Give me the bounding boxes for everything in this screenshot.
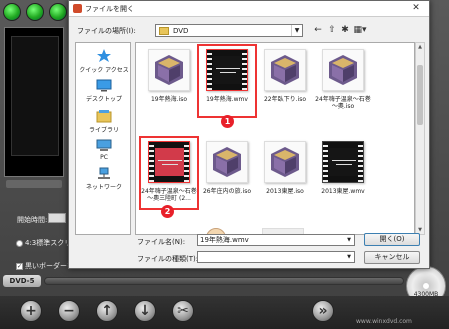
view-menu-icon[interactable]: ▦▾ <box>352 24 368 36</box>
next-button[interactable]: » <box>312 300 334 322</box>
iso-file-icon <box>206 141 248 183</box>
file-item[interactable]: 22年臥下り.iso <box>256 45 314 117</box>
vertical-scrollbar[interactable]: ▲ ▼ <box>415 42 425 235</box>
file-type-select[interactable]: ▼ <box>197 251 355 263</box>
file-type-label: ファイルの種類(T): <box>137 255 199 263</box>
scroll-thumb[interactable] <box>417 65 423 125</box>
up-folder-icon[interactable]: ⇧ <box>326 24 338 36</box>
place-network[interactable]: ネットワーク <box>76 167 132 191</box>
file-name-value: 19年熱海.wmv <box>200 236 249 244</box>
open-button[interactable]: 開く(O) <box>364 233 420 246</box>
desktop-icon <box>96 79 112 92</box>
black-border-checkbox[interactable]: ✓ 黒いボーダーを <box>16 261 74 271</box>
edit-button[interactable]: ✂ <box>172 300 194 322</box>
green-orb-button[interactable] <box>3 3 21 21</box>
pc-icon <box>96 139 112 151</box>
disc-usage-bar <box>44 277 404 285</box>
close-icon[interactable]: ✕ <box>403 1 429 16</box>
file-item[interactable]: 24年嗨子温泉～石巻～奧.iso <box>314 45 372 117</box>
file-item[interactable]: 19年熱海.iso <box>140 45 198 117</box>
add-button[interactable]: + <box>20 300 42 322</box>
annotation-badge: 2 <box>161 205 174 218</box>
annotation-badge: 1 <box>221 115 234 128</box>
video-preview <box>4 27 64 177</box>
file-name-input[interactable]: 19年熱海.wmv ▼ <box>197 234 355 246</box>
video-file-icon <box>206 49 248 91</box>
file-item-selected[interactable]: 24年嗨子温泉～石巻～奧三陸町 (2... <box>139 136 199 210</box>
place-pc[interactable]: PC <box>76 139 132 161</box>
place-quick-access[interactable]: クイック アクセス <box>76 49 132 74</box>
look-in-label: ファイルの場所(I): <box>77 27 136 35</box>
folder-icon <box>159 27 169 35</box>
watermark: www.winxdvd.com <box>356 318 412 325</box>
scroll-up-icon[interactable]: ▲ <box>416 43 424 51</box>
green-orb-button[interactable] <box>49 3 67 21</box>
look-in-value: DVD <box>173 27 189 35</box>
iso-file-icon <box>264 49 306 91</box>
move-up-button[interactable]: ↑ <box>96 300 118 322</box>
file-name: 26年庄内の旅.iso <box>202 188 251 195</box>
preview-controls[interactable] <box>6 180 62 188</box>
app-icon <box>73 4 82 13</box>
iso-file-icon <box>148 49 190 91</box>
dvd-type-badge: DVD-5 <box>3 275 41 287</box>
iso-file-icon <box>264 141 306 183</box>
green-orb-button[interactable] <box>26 3 44 21</box>
file-name: 24年嗨子温泉～石巻～奧三陸町 (2... <box>141 188 197 202</box>
move-down-button[interactable]: ↓ <box>134 300 156 322</box>
file-name: 22年臥下り.iso <box>263 96 306 103</box>
video-file-icon <box>322 141 364 183</box>
new-folder-icon[interactable]: ✱ <box>339 24 351 36</box>
star-icon <box>97 49 111 62</box>
chevron-down-icon[interactable]: ▼ <box>291 25 302 36</box>
open-file-dialog: ファイルを開く ✕ ファイルの場所(I): DVD ▼ ← ⇧ ✱ ▦▾ クイッ… <box>68 0 430 269</box>
chevron-down-icon[interactable]: ▼ <box>344 235 354 245</box>
place-desktop[interactable]: デスクトップ <box>76 79 132 103</box>
dialog-titlebar: ファイルを開く ✕ <box>69 1 429 17</box>
file-name: 2013東屋.iso <box>266 188 304 195</box>
file-name: 19年熱海.iso <box>150 96 187 103</box>
back-arrow-icon[interactable]: ← <box>312 24 324 36</box>
file-item-selected[interactable]: 19年熱海.wmv <box>197 44 257 118</box>
cancel-button[interactable]: キャンセル <box>364 251 420 264</box>
dialog-title: ファイルを開く <box>85 5 134 13</box>
file-list: 19年熱海.iso 19年熱海.wmv 22年臥下り.iso 24年嗨子温泉～石… <box>135 42 415 235</box>
chevron-down-icon[interactable]: ▼ <box>344 252 354 262</box>
start-time-label: 開始時間: <box>17 216 48 224</box>
file-name-label: ファイル名(N): <box>137 238 186 246</box>
file-item[interactable]: 2013東屋.iso <box>256 137 314 209</box>
places-bar: クイック アクセス デスクトップ ライブラリ PC ネットワーク <box>75 42 131 235</box>
library-icon <box>96 110 112 123</box>
network-icon <box>98 167 110 179</box>
iso-file-icon <box>322 49 364 91</box>
file-name: 2013東屋.wmv <box>321 188 365 195</box>
file-name: 24年嗨子温泉～石巻～奧.iso <box>315 96 371 110</box>
start-time-field[interactable] <box>48 213 66 223</box>
file-item[interactable]: 26年庄内の旅.iso <box>198 137 256 209</box>
video-file-icon <box>148 141 190 183</box>
file-item[interactable]: 2013東屋.wmv <box>314 137 372 209</box>
remove-button[interactable]: − <box>58 300 80 322</box>
place-libraries[interactable]: ライブラリ <box>76 109 132 134</box>
file-name: 19年熱海.wmv <box>206 96 248 103</box>
look-in-combo[interactable]: DVD ▼ <box>155 24 303 37</box>
